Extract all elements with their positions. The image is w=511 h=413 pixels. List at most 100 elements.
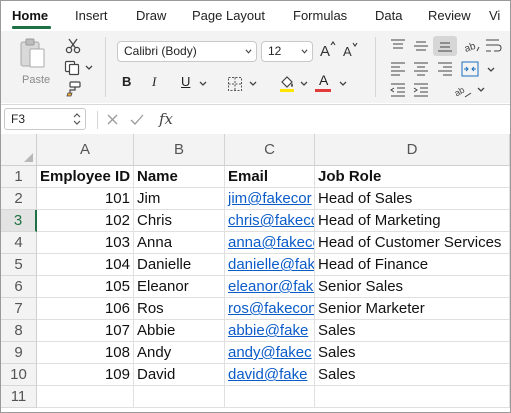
cell-c-2[interactable]: jim@fakecor xyxy=(225,188,315,210)
underline-button[interactable]: U xyxy=(181,74,190,89)
row-header[interactable]: 7 xyxy=(1,298,37,320)
align-left-icon[interactable] xyxy=(390,62,406,76)
row-header[interactable]: 1 xyxy=(1,166,37,188)
orientation-chevron-icon[interactable] xyxy=(477,87,485,93)
cell-a-11[interactable] xyxy=(37,386,134,408)
paste-icon[interactable] xyxy=(18,37,48,71)
row-header[interactable]: 10 xyxy=(1,364,37,386)
cell-d-5[interactable]: Head of Finance xyxy=(315,254,510,276)
italic-button[interactable]: I xyxy=(152,74,156,90)
row-header[interactable]: 11 xyxy=(1,386,37,408)
tab-page-layout[interactable]: Page Layout xyxy=(192,8,265,23)
cancel-icon[interactable] xyxy=(106,113,119,126)
font-size-select[interactable]: 12 xyxy=(261,41,313,62)
fill-color-chevron-icon[interactable] xyxy=(300,81,308,87)
cell-b-3[interactable]: Chris xyxy=(134,210,225,232)
tab-view[interactable]: Vi xyxy=(489,8,500,23)
copy-icon[interactable] xyxy=(64,60,80,76)
cell-c-10[interactable]: david@fake xyxy=(225,364,315,386)
cell-a-10[interactable]: 109 xyxy=(37,364,134,386)
fill-color-icon[interactable] xyxy=(277,73,297,93)
tab-review[interactable]: Review xyxy=(428,8,471,23)
cell-a-7[interactable]: 106 xyxy=(37,298,134,320)
cell-a-8[interactable]: 107 xyxy=(37,320,134,342)
cell-c-11[interactable] xyxy=(225,386,315,408)
decrease-indent-icon[interactable] xyxy=(390,83,406,97)
tab-formulas[interactable]: Formulas xyxy=(293,8,347,23)
merge-chevron-icon[interactable] xyxy=(487,67,495,73)
cell-d-7[interactable]: Senior Marketer xyxy=(315,298,510,320)
align-top-icon[interactable] xyxy=(390,39,406,53)
copy-chevron-icon[interactable] xyxy=(85,65,93,71)
cell-a-2[interactable]: 101 xyxy=(37,188,134,210)
merge-center-icon[interactable] xyxy=(461,61,479,77)
tab-home[interactable]: Home xyxy=(12,8,48,23)
cell-b-5[interactable]: Danielle xyxy=(134,254,225,276)
column-header-a[interactable]: A xyxy=(37,134,134,166)
cell-c-5[interactable]: danielle@fak xyxy=(225,254,315,276)
orientation-angle-icon[interactable]: ab xyxy=(453,81,473,99)
cell-b-4[interactable]: Anna xyxy=(134,232,225,254)
cell-b-9[interactable]: Andy xyxy=(134,342,225,364)
align-bottom-icon[interactable] xyxy=(437,39,453,53)
cell-b-11[interactable] xyxy=(134,386,225,408)
cell-d-6[interactable]: Senior Sales xyxy=(315,276,510,298)
column-header-c[interactable]: C xyxy=(225,134,315,166)
row-header[interactable]: 6 xyxy=(1,276,37,298)
cell-b-1[interactable]: Name xyxy=(134,166,225,188)
cell-c-9[interactable]: andy@fakec xyxy=(225,342,315,364)
cell-b-10[interactable]: David xyxy=(134,364,225,386)
row-header[interactable]: 9 xyxy=(1,342,37,364)
cell-c-8[interactable]: abbie@fake xyxy=(225,320,315,342)
cell-d-1[interactable]: Job Role xyxy=(315,166,510,188)
format-painter-icon[interactable] xyxy=(64,81,82,97)
decrease-font-size-icon[interactable]: A xyxy=(342,40,360,58)
enter-check-icon[interactable] xyxy=(130,113,144,126)
row-header[interactable]: 2 xyxy=(1,188,37,210)
row-header[interactable]: 3 xyxy=(1,210,37,232)
column-header-b[interactable]: B xyxy=(134,134,225,166)
cell-d-8[interactable]: Sales xyxy=(315,320,510,342)
borders-chevron-icon[interactable] xyxy=(249,81,257,87)
align-middle-icon[interactable] xyxy=(413,39,429,53)
tab-insert[interactable]: Insert xyxy=(75,8,108,23)
wrap-text-icon[interactable] xyxy=(485,37,503,55)
bold-button[interactable]: B xyxy=(122,74,131,89)
cell-c-1[interactable]: Email xyxy=(225,166,315,188)
align-right-icon[interactable] xyxy=(437,62,453,76)
cell-a-4[interactable]: 103 xyxy=(37,232,134,254)
font-color-button[interactable]: A xyxy=(319,72,328,88)
cell-c-4[interactable]: anna@fakeco xyxy=(225,232,315,254)
tab-draw[interactable]: Draw xyxy=(136,8,166,23)
row-header[interactable]: 4 xyxy=(1,232,37,254)
tab-data[interactable]: Data xyxy=(375,8,402,23)
cell-b-2[interactable]: Jim xyxy=(134,188,225,210)
row-header[interactable]: 5 xyxy=(1,254,37,276)
cell-d-10[interactable]: Sales xyxy=(315,364,510,386)
cell-a-5[interactable]: 104 xyxy=(37,254,134,276)
increase-indent-icon[interactable] xyxy=(413,83,429,97)
cell-a-3[interactable]: 102 xyxy=(37,210,134,232)
cell-d-2[interactable]: Head of Sales xyxy=(315,188,510,210)
cell-c-6[interactable]: eleanor@fake xyxy=(225,276,315,298)
column-header-d[interactable]: D xyxy=(315,134,510,166)
cell-c-3[interactable]: chris@fakeco xyxy=(225,210,315,232)
row-header[interactable]: 8 xyxy=(1,320,37,342)
cell-b-6[interactable]: Eleanor xyxy=(134,276,225,298)
name-box-stepper-icon[interactable] xyxy=(73,112,81,126)
select-all-corner[interactable] xyxy=(1,134,37,166)
formula-input[interactable] xyxy=(186,108,506,130)
cut-icon[interactable] xyxy=(65,38,81,54)
orientation-icon[interactable]: ab xyxy=(463,37,481,55)
underline-chevron-icon[interactable] xyxy=(199,81,207,87)
increase-font-size-icon[interactable]: A xyxy=(319,40,337,58)
align-center-icon[interactable] xyxy=(413,62,429,76)
cell-d-3[interactable]: Head of Marketing xyxy=(315,210,510,232)
borders-icon[interactable] xyxy=(227,76,243,92)
cell-d-9[interactable]: Sales xyxy=(315,342,510,364)
cell-c-7[interactable]: ros@fakecon xyxy=(225,298,315,320)
font-name-select[interactable]: Calibri (Body) xyxy=(117,41,257,62)
cell-d-4[interactable]: Head of Customer Services xyxy=(315,232,510,254)
insert-function-button[interactable]: fx xyxy=(159,110,173,128)
font-color-chevron-icon[interactable] xyxy=(339,81,347,87)
